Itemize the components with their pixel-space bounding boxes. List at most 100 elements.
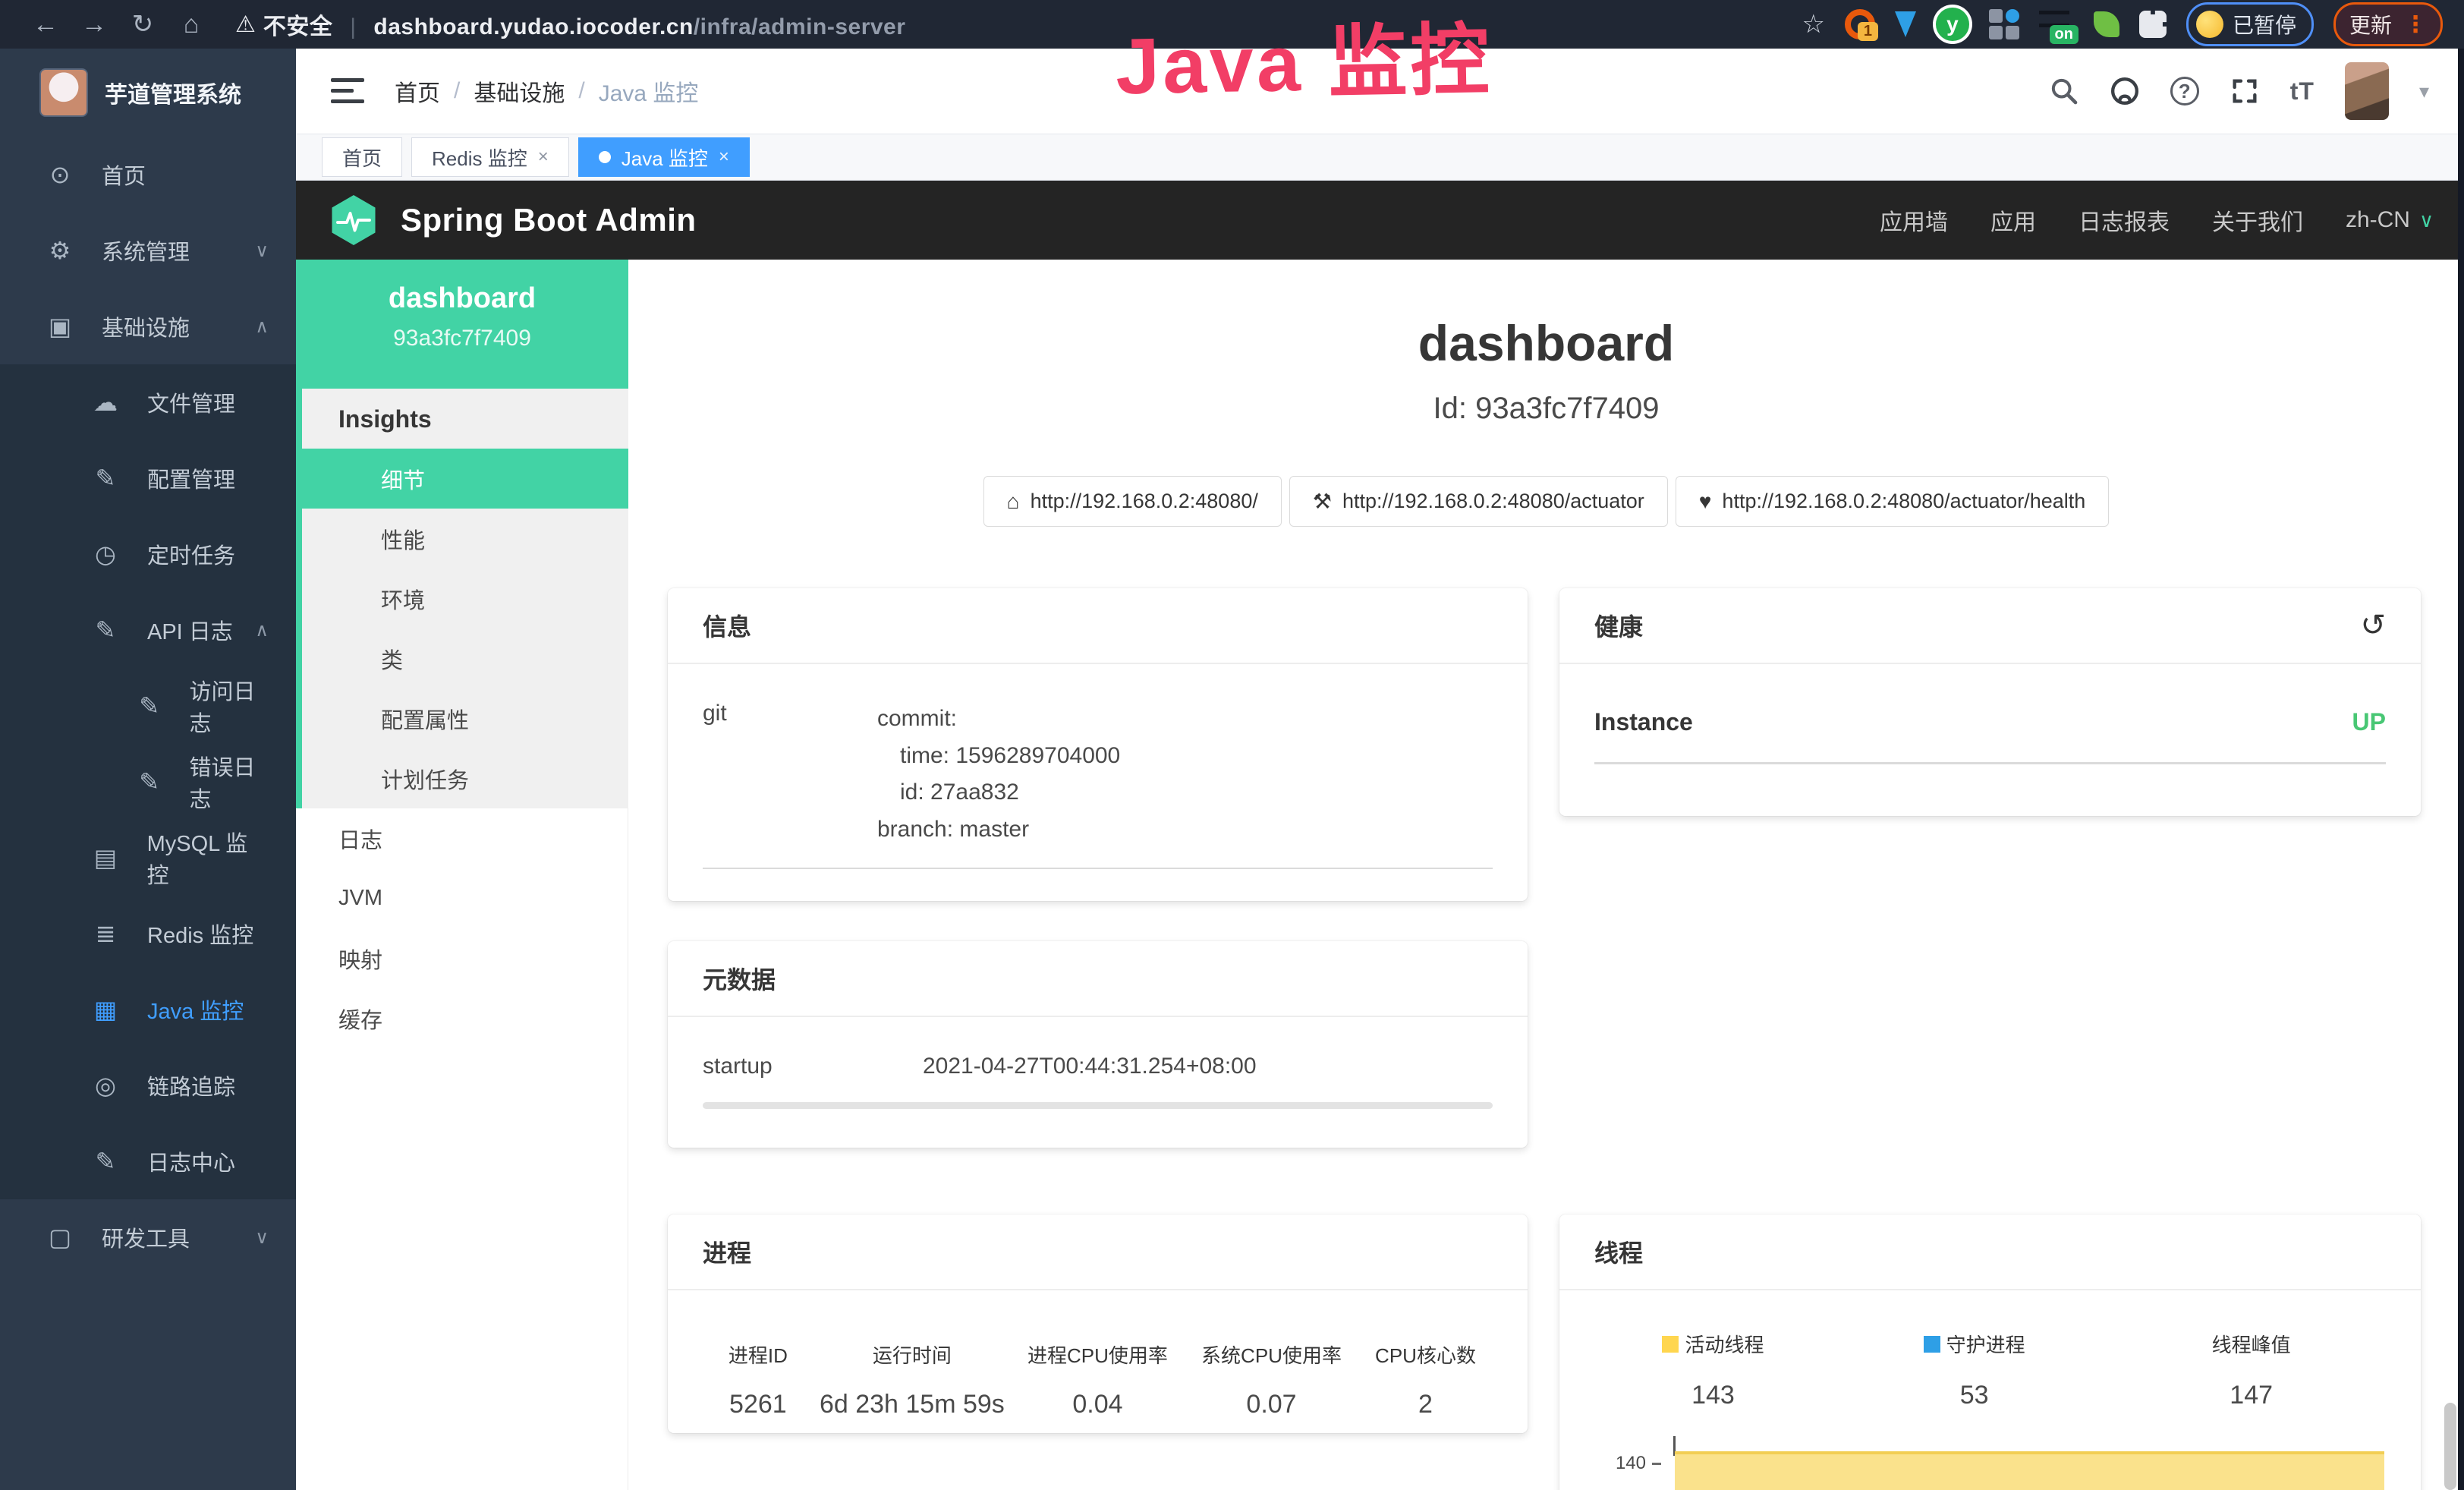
app-logo-row[interactable]: 芋道管理系统 [0,49,296,137]
actuator-url-button[interactable]: ⚒ http://192.168.0.2:48080/actuator [1289,476,1668,527]
sidebar-item-tracing[interactable]: ◎ 链路追踪 [0,1047,296,1123]
back-icon[interactable]: ← [21,10,70,39]
infrastructure-icon: ▣ [42,312,77,341]
process-card: 进程 进程ID5261 运行时间6d 23h 15m 59s 进程CPU使用率0… [668,1214,1528,1433]
breadcrumb-infrastructure[interactable]: 基础设施 [474,74,565,108]
instance-health-row[interactable]: Instance UP [1594,701,2386,764]
sidebar-item-mysql-monitor[interactable]: ▤ MySQL 监控 [0,820,296,896]
system-cpu-header: 系统CPU使用率 [1185,1340,1358,1369]
extension-leaf-icon[interactable] [2094,11,2119,37]
paused-extension-pill[interactable]: 已暂停 [2186,2,2314,46]
insights-section-title: Insights [302,389,628,449]
sba-nav-about[interactable]: 关于我们 [2212,203,2303,237]
sba-nav-wallboard[interactable]: 应用墙 [1880,203,1948,237]
sba-brand[interactable]: Spring Boot Admin [326,193,697,247]
browser-update-button[interactable]: 更新 ⋮ [2333,2,2443,46]
github-icon[interactable] [2110,76,2140,106]
sidebar-item-error-logs[interactable]: ✎ 错误日志 [0,744,296,820]
cloud-icon: ☁ [88,388,123,417]
tab-redis-monitor[interactable]: Redis 监控 × [411,137,569,177]
fullscreen-icon[interactable] [2230,76,2260,106]
help-icon[interactable]: ? [2170,77,2199,106]
extensions-puzzle-icon[interactable] [2139,11,2167,38]
sidebar-item-jvm[interactable]: JVM [296,868,628,928]
threads-legend: 活动线程 143 守护进程 53 线程峰值 147 [1594,1330,2386,1410]
search-icon[interactable] [2049,76,2079,106]
home-icon[interactable]: ⌂ [167,10,216,39]
instance-label: Instance [1594,708,1693,736]
spring-boot-admin-header: Spring Boot Admin 应用墙 应用 日志报表 关于我们 zh-CN… [296,181,2464,260]
sidebar-collapse-icon[interactable] [331,78,364,104]
extension-on-icon[interactable]: on [2039,9,2074,39]
startup-label: startup [703,1054,923,1079]
service-url-button[interactable]: ⌂ http://192.168.0.2:48080/ [983,476,1282,527]
insights-item-details[interactable]: 细节 [302,449,628,509]
history-icon[interactable]: ↺ [2360,608,2386,643]
health-url-button[interactable]: ♥ http://192.168.0.2:48080/actuator/heal… [1676,476,2110,527]
sidebar-item-home[interactable]: ⊙ 首页 [0,137,296,213]
sidebar-item-caches[interactable]: 缓存 [296,988,628,1048]
app-title: 芋道管理系统 [105,76,241,109]
sidebar-item-system[interactable]: ⚙ 系统管理 ∨ [0,213,296,288]
reload-icon[interactable]: ↻ [118,9,167,39]
address-bar[interactable]: 不安全 | dashboard.yudao.iocoder.cn/infra/a… [263,8,906,41]
extension-colorzilla-icon[interactable]: 1 [1845,9,1875,39]
sidebar-item-access-logs[interactable]: ✎ 访问日志 [0,668,296,744]
infrastructure-submenu: ☁ 文件管理 ✎ 配置管理 ◷ 定时任务 ✎ API 日志 ∧ ✎ 访问日志 ✎… [0,364,296,1199]
app-logo-image [39,68,88,117]
user-menu-caret-icon[interactable]: ▾ [2419,80,2429,103]
insights-item-metrics[interactable]: 性能 [302,509,628,569]
sba-nav-applications[interactable]: 应用 [1990,203,2036,237]
font-size-icon[interactable]: tT [2290,77,2315,106]
sidebar-item-logs[interactable]: 日志 [296,808,628,868]
close-icon[interactable]: × [719,146,729,168]
sidebar-item-infrastructure[interactable]: ▣ 基础设施 ∧ [0,288,296,364]
process-cpu-header: 进程CPU使用率 [1011,1340,1185,1369]
insights-item-scheduled-tasks[interactable]: 计划任务 [302,748,628,808]
sba-title: Spring Boot Admin [401,202,697,238]
status-badge: UP [2352,708,2386,736]
url-path: /infra/admin-server [694,14,906,39]
extension-y-icon[interactable]: y [1936,8,1969,41]
sidebar-item-mappings[interactable]: 映射 [296,928,628,988]
briefcase-icon: ▢ [42,1223,77,1252]
browser-menu-icon[interactable]: ⋮ [2404,11,2427,38]
info-card: 信息 git commit: time: 1596289704000 id: 2… [668,588,1528,901]
user-avatar[interactable] [2345,62,2389,120]
sidebar-item-log-center[interactable]: ✎ 日志中心 [0,1123,296,1199]
sidebar-item-dev-tools[interactable]: ▢ 研发工具 ∨ [0,1199,296,1275]
forward-icon[interactable]: → [70,10,118,39]
sidebar-item-config-mgmt[interactable]: ✎ 配置管理 [0,440,296,516]
sidebar-item-file-mgmt[interactable]: ☁ 文件管理 [0,364,296,440]
startup-value: 2021-04-27T00:44:31.254+08:00 [923,1054,1257,1079]
sidebar-item-scheduled-tasks[interactable]: ◷ 定时任务 [0,516,296,592]
sba-nav-journal[interactable]: 日志报表 [2079,203,2170,237]
sidebar-item-java-monitor[interactable]: ▦ Java 监控 [0,972,296,1047]
extension-pin-icon[interactable] [1895,11,1916,37]
scrollbar-thumb[interactable] [2444,1403,2456,1490]
tab-java-monitor[interactable]: Java 监控 × [578,137,750,177]
active-threads-label: 活动线程 [1685,1330,1764,1358]
daemon-threads-value: 53 [1832,1381,2116,1410]
app-sidebar: 芋道管理系统 ⊙ 首页 ⚙ 系统管理 ∨ ▣ 基础设施 ∧ ☁ 文件管理 ✎ 配… [0,49,296,1490]
bookmark-star-icon[interactable]: ☆ [1802,9,1824,39]
extension-grid-icon[interactable] [1989,9,2019,39]
sba-content: dashboard 93a3fc7f7409 Insights 细节 性能 环境… [296,260,2464,1490]
tab-home[interactable]: 首页 [322,137,402,177]
uptime-value: 6d 23h 15m 59s [813,1390,1011,1419]
not-secure-warning-icon: ⚠ [235,11,256,38]
insights-item-classes[interactable]: 类 [302,628,628,688]
close-icon[interactable]: × [538,146,549,168]
sidebar-item-redis-monitor[interactable]: ≣ Redis 监控 [0,896,296,972]
instance-sidebar: dashboard 93a3fc7f7409 Insights 细节 性能 环境… [296,260,628,1490]
language-selector[interactable]: zh-CN ∨ [2346,207,2434,233]
monitor-icon: ▦ [88,995,123,1024]
dashboard-icon: ⊙ [42,160,77,189]
threads-card: 线程 活动线程 143 守护进程 53 线程峰值 147 [1559,1214,2421,1490]
insights-item-environment[interactable]: 环境 [302,569,628,628]
breadcrumb-home[interactable]: 首页 [395,74,440,108]
insights-item-config-props[interactable]: 配置属性 [302,688,628,748]
process-table: 进程ID5261 运行时间6d 23h 15m 59s 进程CPU使用率0.04… [703,1340,1493,1419]
health-icon: ♥ [1699,490,1712,514]
sidebar-item-api-logs[interactable]: ✎ API 日志 ∧ [0,592,296,668]
